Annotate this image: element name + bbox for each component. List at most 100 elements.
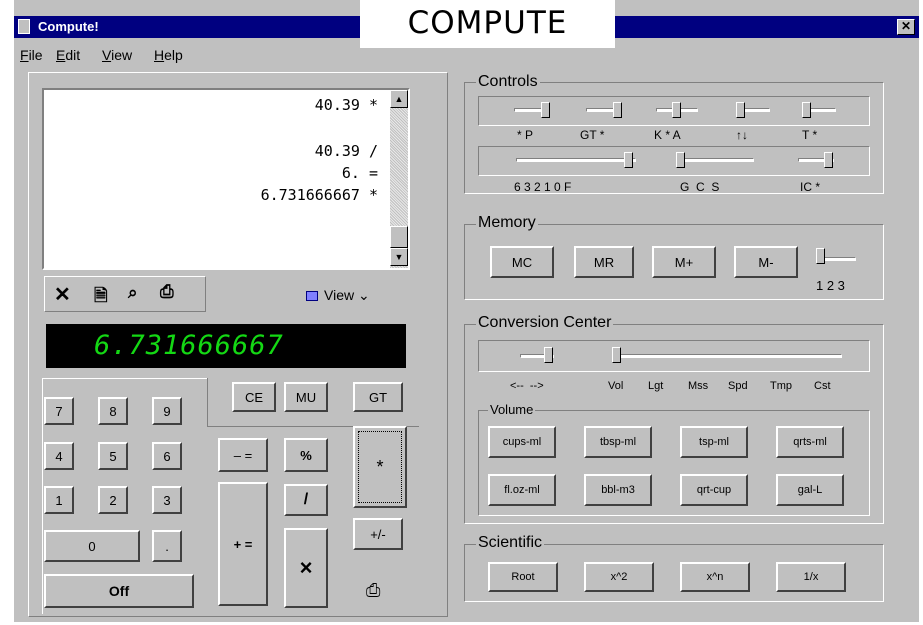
slider-track <box>516 158 636 162</box>
memory-clear-button[interactable]: MC <box>490 246 554 278</box>
cups-ml-button[interactable]: cups-ml <box>488 426 556 458</box>
key-decimal[interactable]: . <box>152 530 182 562</box>
page-heading: COMPUTE <box>360 0 615 48</box>
properties-icon[interactable]: 🗎 <box>94 283 108 312</box>
tape-line: 40.39 / <box>314 142 378 160</box>
rounding-slider[interactable] <box>676 152 685 168</box>
menu-view[interactable]: View <box>102 47 132 63</box>
plus-equals-button[interactable]: + = <box>218 482 268 606</box>
key-7[interactable]: 7 <box>44 397 74 425</box>
slider-label: IC * <box>800 180 821 194</box>
print-mode-slider[interactable] <box>541 102 550 118</box>
key-3[interactable]: 3 <box>152 486 182 514</box>
key-2[interactable]: 2 <box>98 486 128 514</box>
slider-track <box>676 158 754 162</box>
paper-tape[interactable]: 40.39 * 40.39 / 6. = 6.731666667 * ▲ ▼ <box>42 88 410 270</box>
key-8[interactable]: 8 <box>98 397 128 425</box>
key-0[interactable]: 0 <box>44 530 140 562</box>
clear-tape-icon[interactable]: ✕ <box>54 282 71 307</box>
menu-file-accel: F <box>20 47 29 63</box>
power-button[interactable]: x^n <box>680 562 750 592</box>
memory-slider-labels: 1 2 3 <box>816 278 845 293</box>
off-button[interactable]: Off <box>44 574 194 608</box>
volume-title: Volume <box>488 402 536 417</box>
tape-line: 40.39 * <box>314 96 378 114</box>
conversion-title: Conversion Center <box>476 314 614 332</box>
key-5[interactable]: 5 <box>98 442 128 470</box>
category-label: Vol <box>608 380 624 392</box>
reciprocal-button[interactable]: 1/x <box>776 562 846 592</box>
view-dropdown[interactable]: View ⌄ <box>324 287 370 304</box>
paper-feed-icon[interactable]: ⎙ <box>366 580 380 601</box>
tsp-ml-button[interactable]: tsp-ml <box>680 426 748 458</box>
view-label: View <box>324 287 355 303</box>
divide-button[interactable]: / <box>284 484 328 516</box>
square-button[interactable]: x^2 <box>584 562 654 592</box>
preview-icon[interactable]: ⌕ <box>128 283 138 303</box>
memory-slider[interactable] <box>816 248 825 264</box>
qrts-ml-button[interactable]: qrts-ml <box>776 426 844 458</box>
k-a-slider[interactable] <box>672 102 681 118</box>
direction-slider[interactable] <box>544 347 553 363</box>
memory-recall-button[interactable]: MR <box>574 246 634 278</box>
times-button[interactable]: × <box>284 528 328 608</box>
grand-total-button[interactable]: GT <box>353 382 403 412</box>
tax-slider[interactable] <box>802 102 811 118</box>
minus-equals-button[interactable]: – = <box>218 438 268 472</box>
menu-file-label: ile <box>28 47 43 63</box>
menu-view-accel: V <box>102 47 112 63</box>
key-4[interactable]: 4 <box>44 442 74 470</box>
key-9[interactable]: 9 <box>152 397 182 425</box>
slider-label: * P <box>517 128 534 142</box>
category-slider[interactable] <box>612 347 621 363</box>
percent-button[interactable]: % <box>284 438 328 472</box>
qrt-cup-button[interactable]: qrt-cup <box>680 474 748 506</box>
calculator-window: Compute! ✕ File Edit View Help 40.39 * 4… <box>14 0 919 622</box>
category-label: Mss <box>688 380 709 392</box>
menu-help-label: elp <box>164 47 183 63</box>
round-slider[interactable] <box>736 102 745 118</box>
scroll-down-button[interactable]: ▼ <box>390 248 408 266</box>
plus-minus-button[interactable]: +/- <box>353 518 403 550</box>
print-icon[interactable]: ⎙ <box>160 282 174 302</box>
direction-label: <-- --> <box>510 380 544 392</box>
scroll-up-button[interactable]: ▲ <box>390 90 408 108</box>
tbsp-ml-button[interactable]: tbsp-ml <box>584 426 652 458</box>
clear-entry-button[interactable]: CE <box>232 382 276 412</box>
memory-add-button[interactable]: M+ <box>652 246 716 278</box>
scroll-thumb[interactable] <box>390 226 408 248</box>
scientific-title: Scientific <box>476 534 545 552</box>
decimal-slider[interactable] <box>624 152 633 168</box>
menu-edit[interactable]: Edit <box>56 47 80 63</box>
slider-label: GT * <box>580 128 605 142</box>
gt-mode-slider[interactable] <box>613 102 622 118</box>
bbl-m3-button[interactable]: bbl-m3 <box>584 474 652 506</box>
keypad-divider <box>207 378 208 426</box>
slider-label: T * <box>802 128 818 142</box>
close-button[interactable]: ✕ <box>897 19 915 35</box>
multiply-button[interactable]: * <box>353 426 407 508</box>
tape-scrollbar[interactable]: ▲ ▼ <box>390 90 408 268</box>
slider-label: K * A <box>654 128 681 142</box>
markup-button[interactable]: MU <box>284 382 328 412</box>
ic-slider[interactable] <box>824 152 833 168</box>
key-1[interactable]: 1 <box>44 486 74 514</box>
floz-ml-button[interactable]: fl.oz-ml <box>488 474 556 506</box>
tape-line: 6. = <box>341 164 378 182</box>
slider-label: G C S <box>680 180 720 194</box>
category-label: Cst <box>814 380 831 392</box>
slider-label: 6 3 2 1 0 F <box>514 180 572 194</box>
gal-l-button[interactable]: gal-L <box>776 474 844 506</box>
menu-file[interactable]: File <box>20 47 43 63</box>
menu-edit-accel: E <box>56 47 66 63</box>
key-6[interactable]: 6 <box>152 442 182 470</box>
slider-label: ↑↓ <box>736 128 748 142</box>
app-icon <box>18 19 30 34</box>
controls-title: Controls <box>476 73 540 91</box>
category-label: Spd <box>728 380 748 392</box>
root-button[interactable]: Root <box>488 562 558 592</box>
menu-edit-label: dit <box>65 47 81 63</box>
memory-subtract-button[interactable]: M- <box>734 246 798 278</box>
menu-help[interactable]: Help <box>154 47 183 63</box>
tape-line: 6.731666667 * <box>260 186 378 204</box>
